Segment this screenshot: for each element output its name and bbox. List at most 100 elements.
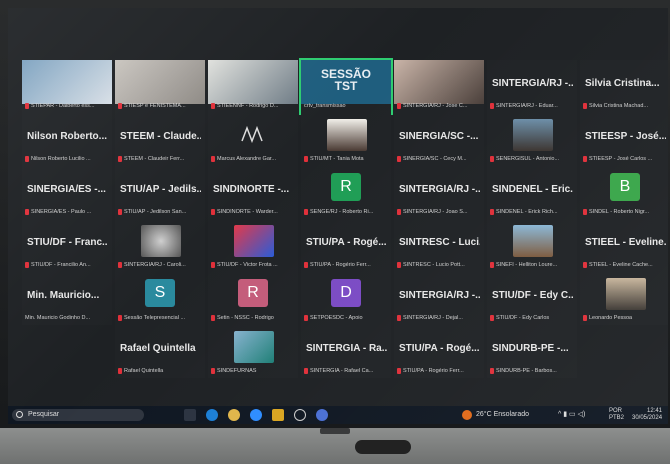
mic-muted-icon bbox=[490, 155, 494, 162]
participant-photo bbox=[606, 278, 646, 310]
participant-caption: SINDEL - Roberto Nigr... bbox=[589, 209, 650, 215]
participant-caption: STEEM - Claudeir Ferr... bbox=[124, 156, 185, 162]
participant-tile[interactable]: Marcus Alexandre Gar... bbox=[208, 113, 298, 166]
participant-tile[interactable]: STIU/PA - Rogé... STIU/PA - Rogério Ferr… bbox=[301, 219, 391, 272]
participant-tile[interactable]: B SINDEL - Roberto Nigr... bbox=[580, 166, 668, 219]
participant-tile[interactable]: R Setin - NSSC - Rodrigo bbox=[208, 272, 298, 325]
mic-muted-icon bbox=[304, 208, 308, 215]
mic-muted-icon bbox=[211, 102, 215, 109]
participant-caption: SINDURB-PE - Barbos... bbox=[496, 368, 557, 374]
mic-muted-icon bbox=[211, 261, 215, 268]
participant-name: SINTERGIA - Ra... bbox=[306, 343, 387, 354]
participant-caption: STIEPAR - Dalberto ess... bbox=[31, 103, 95, 109]
participant-tile[interactable]: S Sessão Telepresencial ... bbox=[115, 272, 205, 325]
mic-muted-icon bbox=[397, 261, 401, 268]
participant-tile[interactable]: D SETPOESDC - Apoio bbox=[301, 272, 391, 325]
participant-tile[interactable]: SINTRESC - Luci... SINTRESC - Lucio Pott… bbox=[394, 219, 484, 272]
participant-tile[interactable]: STIU/DF - Edy C... STIU/DF - Edy Carlos bbox=[487, 272, 577, 325]
participant-tile[interactable]: STIU/MT - Tania Mota bbox=[301, 113, 391, 166]
participant-tile[interactable]: STEEM - Claude... STEEM - Claudeir Ferr.… bbox=[115, 113, 205, 166]
participant-tile[interactable]: Rafael Quintella Rafael Quintella bbox=[115, 325, 205, 378]
participant-tile[interactable]: SINDINORTE -... SINDINORTE - Warder... bbox=[208, 166, 298, 219]
participant-photo bbox=[513, 225, 553, 257]
participant-tile[interactable]: R SENGE/RJ - Roberto Ri... bbox=[301, 166, 391, 219]
participant-tile[interactable]: SINTERGIA/RJ - Jose C... bbox=[394, 60, 484, 113]
participant-caption: SINTERGIA - Rafael Ca... bbox=[310, 368, 374, 374]
monitor-stand bbox=[355, 440, 411, 454]
taskbar-clock[interactable]: 12:41 30/05/2024 bbox=[632, 408, 662, 422]
gallery-grid: STIEPAR - Dalberto ess... STIESP e FENIS… bbox=[22, 58, 668, 378]
participant-tile[interactable]: SINDENEL - Eric... SINDENEL - Erick Rich… bbox=[487, 166, 577, 219]
participant-tile[interactable]: Min. Mauricio... Min. Mauricio Godinho D… bbox=[22, 272, 112, 325]
clock-time: 12:41 bbox=[646, 408, 662, 414]
participant-tile[interactable]: STIESP e FENISTEMA... bbox=[115, 60, 205, 113]
language-indicator[interactable]: POR PTB2 bbox=[609, 408, 624, 422]
participant-avatar: S bbox=[145, 279, 175, 307]
participant-tile[interactable]: STIEESP - José... STIEESP - José Carlos … bbox=[580, 113, 668, 166]
participant-name: Min. Mauricio... bbox=[27, 290, 100, 301]
system-tray-icons[interactable]: ^ ▮ ▭ ◁) bbox=[558, 406, 585, 424]
participant-caption: SINTERGIA/RJ - Joao S... bbox=[403, 209, 468, 215]
participant-caption: SINDEFURNAS bbox=[217, 368, 257, 374]
participant-name: STIEESP - José... bbox=[585, 131, 666, 142]
weather-label[interactable]: 26°C Ensolarado bbox=[476, 406, 529, 424]
mic-muted-icon bbox=[118, 261, 122, 268]
participant-tile[interactable]: SINEFI - Helliton Loure... bbox=[487, 219, 577, 272]
mic-muted-icon bbox=[211, 155, 215, 162]
zoom-app-icon[interactable] bbox=[250, 409, 262, 421]
participant-tile[interactable]: Nilson Roberto... Nilson Roberto Lucilio… bbox=[22, 113, 112, 166]
mic-muted-icon bbox=[118, 102, 122, 109]
participant-photo bbox=[327, 119, 367, 151]
participant-photo bbox=[234, 331, 274, 363]
participant-tile[interactable]: STIEEL - Eveline... STIEEL - Eveline Cac… bbox=[580, 219, 668, 272]
participant-tile[interactable]: STIU/DF - Franc... STIU/DF - Francilio A… bbox=[22, 219, 112, 272]
task-view-icon[interactable] bbox=[184, 409, 196, 421]
participant-tile[interactable]: SINERGIA/ES -... SINERGIA/ES - Paulo ... bbox=[22, 166, 112, 219]
participant-tile[interactable]: STIU/DF - Victor Frota ... bbox=[208, 219, 298, 272]
participant-name: SINTERGIA/RJ -... bbox=[492, 78, 573, 89]
participant-tile[interactable]: Leonardo Pessoa bbox=[580, 272, 668, 325]
participant-caption: SINEFI - Helliton Loure... bbox=[496, 262, 558, 268]
participant-caption: Rafael Quintella bbox=[124, 368, 164, 374]
participant-tile[interactable]: SINDURB-PE -... SINDURB-PE - Barbos... bbox=[487, 325, 577, 378]
participant-caption: Silvia Cristina Machad... bbox=[589, 103, 648, 109]
participant-tile[interactable]: SENERGISUL - Antonio... bbox=[487, 113, 577, 166]
mic-muted-icon bbox=[304, 261, 308, 268]
participant-name: STEEM - Claude... bbox=[120, 131, 201, 142]
participant-photo bbox=[234, 225, 274, 257]
app-icon[interactable] bbox=[316, 409, 328, 421]
participant-tile[interactable]: STIEPAR - Dalberto ess... bbox=[22, 60, 112, 113]
participant-caption: STIU/PA - Rogério Ferr... bbox=[403, 368, 464, 374]
taskbar-search[interactable]: Pesquisar bbox=[12, 409, 144, 421]
language-code: POR bbox=[608, 408, 622, 414]
participant-tile[interactable]: STIU/AP - Jedils... STIU/AP - Jedilson S… bbox=[115, 166, 205, 219]
chrome-icon[interactable] bbox=[228, 409, 240, 421]
participant-tile[interactable]: SINDEFURNAS bbox=[208, 325, 298, 378]
participant-tile-active-speaker[interactable]: SESSÃO TST crtv_transmissao bbox=[299, 58, 393, 115]
file-explorer-icon[interactable] bbox=[272, 409, 284, 421]
participant-tile[interactable]: STIEENNF - Rodrigo D... bbox=[208, 60, 298, 113]
participant-tile[interactable]: SINTERGIA/RJ - Caroli... bbox=[115, 219, 205, 272]
participant-avatar: B bbox=[610, 173, 640, 201]
mic-muted-icon bbox=[211, 367, 215, 374]
participant-tile[interactable]: SINTERGIA/RJ -... SINTERGIA/RJ - Joao S.… bbox=[394, 166, 484, 219]
participant-caption: Min. Mauricio Godinho D... bbox=[25, 315, 91, 321]
edge-browser-icon[interactable] bbox=[206, 409, 218, 421]
participant-tile[interactable]: SINTERGIA/RJ -... SINTERGIA/RJ - Dejal..… bbox=[394, 272, 484, 325]
participant-tile[interactable]: SINTERGIA - Ra... SINTERGIA - Rafael Ca.… bbox=[301, 325, 391, 378]
participant-tile[interactable]: SINERGIA/SC -... SINERGIA/SC - Cecy M... bbox=[394, 113, 484, 166]
participant-caption: Marcus Alexandre Gar... bbox=[217, 156, 276, 162]
search-icon bbox=[16, 411, 23, 418]
mic-muted-icon bbox=[490, 208, 494, 215]
participant-tile[interactable]: STIU/PA - Rogé... STIU/PA - Rogério Ferr… bbox=[394, 325, 484, 378]
participant-name: SINERGIA/SC -... bbox=[399, 131, 479, 142]
participant-name: STIEEL - Eveline... bbox=[585, 237, 666, 248]
participant-tile[interactable]: SINTERGIA/RJ -... SINTERGIA/RJ - Eduar..… bbox=[487, 60, 577, 113]
participant-photo bbox=[141, 225, 181, 257]
participant-caption: Setin - NSSC - Rodrigo bbox=[217, 315, 274, 321]
video-feed bbox=[22, 60, 112, 104]
participant-tile[interactable]: Silvia Cristina... Silvia Cristina Macha… bbox=[580, 60, 668, 113]
browser-icon[interactable] bbox=[294, 409, 306, 421]
participant-name: SINDINORTE -... bbox=[213, 184, 290, 195]
participant-avatar: R bbox=[238, 279, 268, 307]
